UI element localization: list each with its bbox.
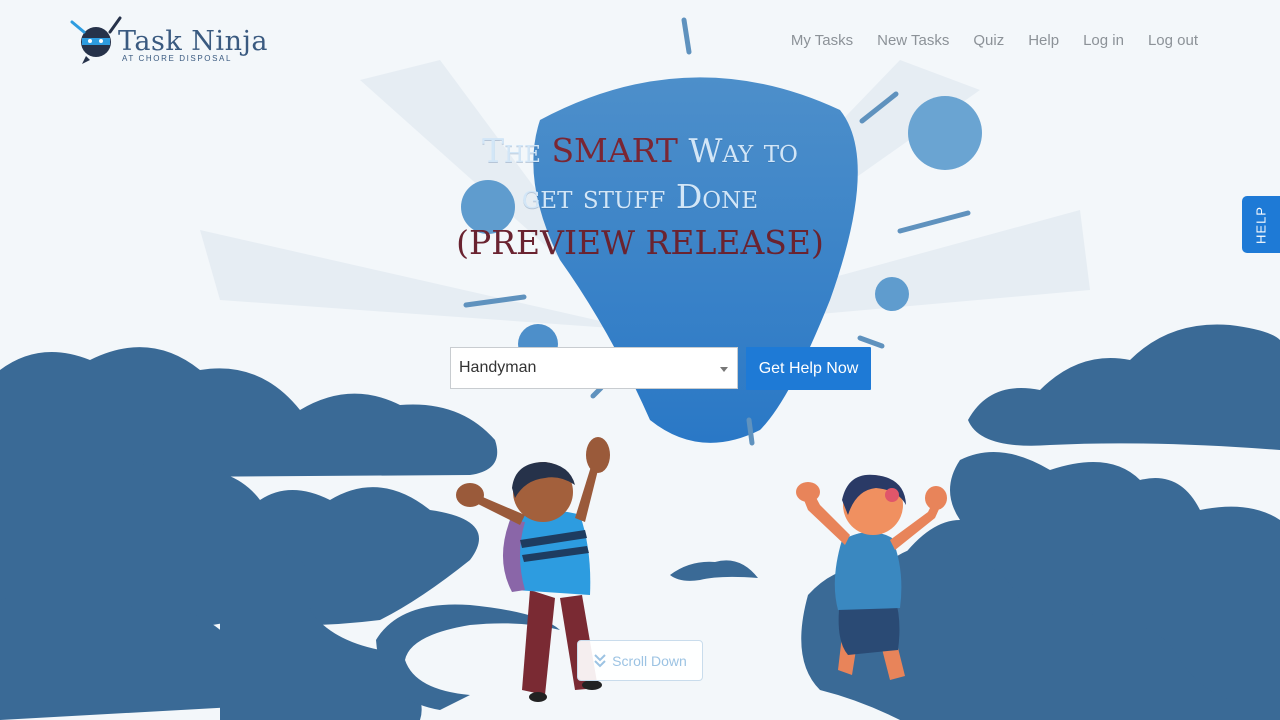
logo[interactable]: Task Ninja AT CHORE DISPOSAL xyxy=(68,14,278,66)
nav-my-tasks[interactable]: My Tasks xyxy=(791,31,853,51)
nav-new-tasks[interactable]: New Tasks xyxy=(877,31,949,51)
nav-quiz[interactable]: Quiz xyxy=(973,31,1004,51)
help-side-tab-label: HELP xyxy=(1253,205,1269,244)
scroll-down-label: Scroll Down xyxy=(612,652,687,669)
headline-line-1: The SMART Way to xyxy=(482,131,798,170)
deco-circle xyxy=(908,96,982,170)
hero-headline: The SMART Way to get stuff Done (PREVIEW… xyxy=(440,128,840,266)
double-chevron-down-icon xyxy=(594,653,606,667)
headline-highlight: SMART xyxy=(551,131,678,170)
logo-title: Task Ninja xyxy=(118,26,268,57)
get-help-now-button[interactable]: Get Help Now xyxy=(746,347,871,390)
headline-line-3: (PREVIEW RELEASE) xyxy=(456,223,824,262)
nav-log-in[interactable]: Log in xyxy=(1083,31,1124,51)
top-nav: My Tasks New Tasks Quiz Help Log in Log … xyxy=(767,31,1198,51)
headline-line-2: get stuff Done xyxy=(521,177,759,216)
ninja-icon xyxy=(70,16,122,64)
caret-down-icon xyxy=(720,367,728,372)
deco-circle xyxy=(875,277,909,311)
nav-log-out[interactable]: Log out xyxy=(1148,31,1198,51)
scroll-down-button[interactable]: Scroll Down xyxy=(577,640,703,681)
category-select-value: Handyman xyxy=(459,359,537,376)
help-side-tab[interactable]: HELP xyxy=(1242,196,1280,253)
logo-subtitle: AT CHORE DISPOSAL xyxy=(122,54,233,63)
nav-help[interactable]: Help xyxy=(1028,31,1059,51)
category-select[interactable]: Handyman xyxy=(450,347,738,389)
